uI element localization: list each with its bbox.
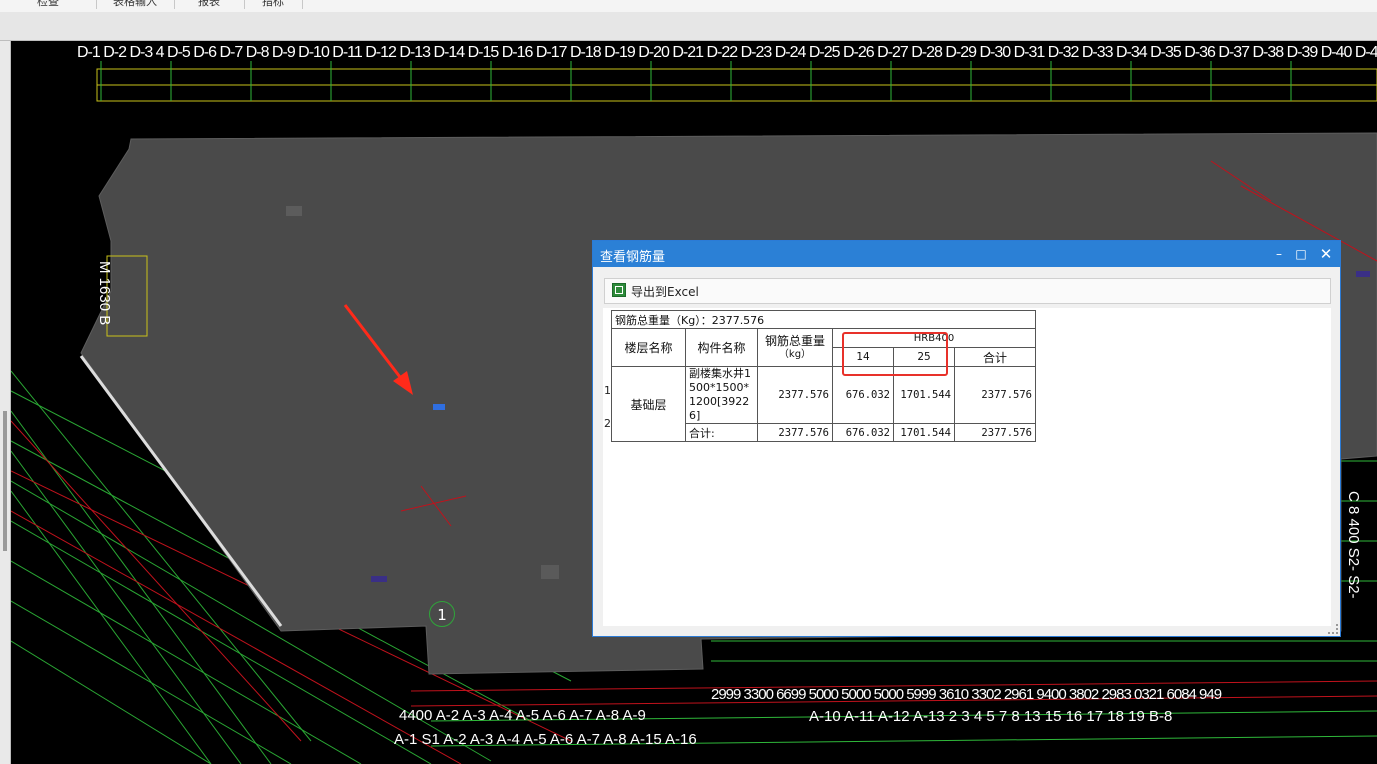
rebar-quantity-dialog: 查看钢筋量 – □ ✕ 导出到Excel 1 2 钢筋总重量（Kg）：2377.… — [592, 240, 1341, 637]
cell-dia-14[interactable]: 676.032 — [832, 423, 894, 442]
left-panel-scroll-handle[interactable] — [3, 411, 7, 551]
axis-labels-bottom-1: 4400 A-2 A-3 A-4 A-5 A-6 A-7 A-8 A-9 — [399, 707, 646, 724]
axis-labels-left: M 1630 B — [96, 261, 113, 326]
col-subtotal: 合计 — [954, 347, 1036, 367]
resize-grip[interactable] — [1328, 624, 1338, 634]
export-excel-button[interactable]: 导出到Excel — [631, 283, 699, 300]
ribbon-body — [0, 12, 1377, 41]
minimize-icon[interactable]: – — [1268, 241, 1290, 267]
cell-total-weight[interactable]: 2377.576 — [757, 423, 833, 442]
cell-total-weight[interactable]: 2377.576 — [757, 366, 833, 424]
col-total-weight: 钢筋总重量 （kg） — [757, 328, 833, 367]
cell-subtotal[interactable]: 2377.576 — [954, 366, 1036, 424]
col-component-name: 构件名称 — [685, 328, 758, 367]
axis-labels-right: C 8 400 S2- S2- — [1345, 491, 1362, 599]
axis-labels-bottom-2: A-1 S1 A-2 A-3 A-4 A-5 A-6 A-7 A-8 A-15 … — [394, 731, 697, 748]
cell-component[interactable]: 副楼集水井1500*1500*1200[39226] — [685, 366, 758, 424]
cell-floor[interactable]: 基础层 — [611, 366, 686, 442]
dialog-toolbar: 导出到Excel — [604, 278, 1331, 304]
row-number: 1 — [604, 384, 611, 397]
tab-check[interactable]: 检查 — [0, 0, 97, 9]
rebar-table-area: 1 2 钢筋总重量（Kg）：2377.576 楼层名称 构件名称 钢筋总重量 （… — [603, 308, 1331, 626]
axis-labels-bottom-4: A-10 A-11 A-12 A-13 2 3 4 5 7 8 13 15 16… — [809, 708, 1173, 725]
cell-component[interactable]: 合计: — [685, 423, 758, 442]
cell-dia-25[interactable]: 1701.544 — [893, 423, 955, 442]
axis-marker: 1 — [429, 601, 455, 627]
tab-report[interactable]: 报表 — [174, 0, 245, 9]
col-total-weight-unit: （kg） — [778, 348, 812, 360]
left-panel-strip[interactable] — [0, 41, 11, 764]
tab-table-input[interactable]: 表格输入 — [96, 0, 175, 9]
tab-index[interactable]: 指标 — [244, 0, 303, 9]
axis-labels-top: D-1 D-2 D-3 4 D-5 D-6 D-7 D-8 D-9 D-10 D… — [77, 44, 1377, 61]
col-floor-name: 楼层名称 — [611, 328, 686, 367]
total-weight-label: 钢筋总重量（Kg）：2377.576 — [611, 310, 1036, 329]
dialog-title: 查看钢筋量 — [600, 250, 666, 265]
row-number: 2 — [604, 417, 611, 430]
rebar-table: 钢筋总重量（Kg）：2377.576 楼层名称 构件名称 钢筋总重量 （kg） … — [611, 310, 1036, 442]
col-total-weight-label: 钢筋总重量 — [764, 333, 825, 348]
dialog-titlebar[interactable]: 查看钢筋量 – □ ✕ — [593, 241, 1340, 267]
cell-subtotal[interactable]: 2377.576 — [954, 423, 1036, 442]
highlight-box — [842, 332, 948, 376]
close-icon[interactable]: ✕ — [1315, 241, 1337, 267]
excel-icon[interactable] — [612, 283, 626, 297]
maximize-icon[interactable]: □ — [1290, 241, 1312, 267]
red-arrow-annotation — [343, 304, 413, 395]
axis-labels-bottom-3: 2999 3300 6699 5000 5000 5000 5999 3610 … — [711, 686, 1222, 703]
